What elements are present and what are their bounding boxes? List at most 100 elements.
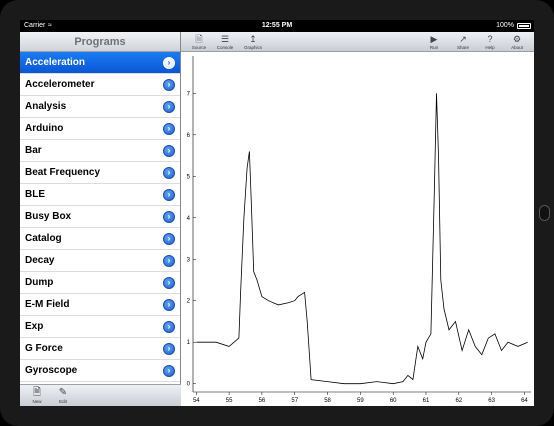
program-item[interactable]: Accelerometer ›	[20, 74, 180, 96]
chevron-right-icon[interactable]: ›	[163, 365, 175, 377]
chevron-right-icon[interactable]: ›	[163, 299, 175, 311]
program-label: Arduino	[25, 123, 64, 134]
y-tick-label: 6	[187, 133, 191, 139]
program-item[interactable]: BLE ›	[20, 184, 180, 206]
programs-toolbar: 🗎 New ✎ Edit	[20, 384, 181, 406]
program-item[interactable]: Analysis ›	[20, 96, 180, 118]
program-item[interactable]: Exp ›	[20, 316, 180, 338]
device-frame: Carrier ≈ 12:55 PM 100% Programs Acceler…	[0, 0, 554, 426]
program-label: G Force	[25, 343, 63, 354]
about-button[interactable]: ⚙ About	[505, 33, 529, 51]
program-item[interactable]: Catalog ›	[20, 228, 180, 250]
share-label: Share	[456, 45, 469, 50]
y-tick-label: 2	[187, 299, 191, 305]
y-tick-label: 5	[187, 174, 191, 180]
programs-title: Programs	[20, 32, 180, 52]
y-tick-label: 4	[187, 216, 191, 222]
clock: 12:55 PM	[261, 22, 293, 29]
chevron-right-icon[interactable]: ›	[163, 145, 175, 157]
y-tick-label: 7	[187, 91, 191, 97]
program-label: Busy Box	[25, 211, 72, 222]
y-tick-label: 1	[187, 340, 191, 346]
x-tick-label: 56	[259, 398, 266, 404]
gear-icon: ⚙	[512, 34, 522, 44]
x-tick-label: 58	[324, 398, 331, 404]
source-label: Source	[191, 45, 207, 50]
x-tick-label: 64	[521, 398, 528, 404]
chevron-right-icon[interactable]: ›	[163, 211, 175, 223]
edit-icon: ✎	[58, 387, 68, 398]
program-item[interactable]: Acceleration ›	[20, 52, 180, 74]
new-button[interactable]: 🗎 New	[26, 387, 48, 405]
program-item[interactable]: Busy Box ›	[20, 206, 180, 228]
chart-icon: ↥	[249, 34, 257, 44]
x-tick-label: 63	[488, 398, 495, 404]
programs-panel: Programs Acceleration › Accelerometer › Anal…	[20, 32, 181, 406]
about-label: About	[511, 45, 523, 50]
program-item[interactable]: E-M Field ›	[20, 294, 180, 316]
chevron-right-icon[interactable]: ›	[163, 321, 175, 333]
x-tick-label: 54	[193, 398, 200, 404]
status-bar: Carrier ≈ 12:55 PM 100%	[20, 20, 534, 32]
help-button[interactable]: ? Help	[478, 33, 502, 51]
source-button[interactable]: 🗎 Source	[187, 33, 211, 51]
run-label: Run	[429, 45, 439, 50]
graphics-button[interactable]: ↥ Graphics	[241, 33, 265, 51]
y-tick-label: 3	[187, 257, 191, 263]
edit-label: Edit	[59, 399, 67, 404]
new-label: New	[32, 399, 42, 404]
screen: Carrier ≈ 12:55 PM 100% Programs Acceler…	[20, 20, 534, 406]
graphics-label: Graphics	[243, 45, 262, 50]
chevron-right-icon[interactable]: ›	[163, 101, 175, 113]
program-label: Acceleration	[25, 57, 86, 68]
play-icon: ▶	[430, 34, 438, 44]
program-label: Decay	[25, 255, 55, 266]
program-item[interactable]: Dump ›	[20, 272, 180, 294]
document-icon: 🗎	[195, 34, 203, 44]
new-document-icon: 🗎	[32, 387, 42, 398]
x-tick-label: 62	[455, 398, 462, 404]
program-item[interactable]: Beat Frequency ›	[20, 162, 180, 184]
chevron-right-icon[interactable]: ›	[163, 167, 175, 179]
x-tick-label: 59	[357, 398, 364, 404]
chevron-right-icon[interactable]: ›	[163, 79, 175, 91]
program-label: E-M Field	[25, 299, 70, 310]
plot-area[interactable]: 54 55 56 57 58 59 60 61 62 63 64 0 1 2 3 4 5 6 7	[181, 52, 534, 406]
edit-button[interactable]: ✎ Edit	[52, 387, 74, 405]
program-label: Dump	[25, 277, 54, 288]
chevron-right-icon[interactable]: ›	[163, 189, 175, 201]
programs-list: Acceleration › Accelerometer › Analysis › Ardu…	[20, 52, 180, 382]
console-label: Console	[216, 45, 234, 50]
y-tick-label: 0	[187, 382, 191, 388]
x-tick-label: 57	[291, 398, 298, 404]
program-item[interactable]: G Force ›	[20, 338, 180, 360]
chevron-right-icon[interactable]: ›	[163, 233, 175, 245]
chevron-right-icon[interactable]: ›	[163, 277, 175, 289]
x-tick-label: 61	[423, 398, 430, 404]
line-chart: 54 55 56 57 58 59 60 61 62 63 6401234567	[187, 56, 531, 404]
program-label: Exp	[25, 321, 44, 332]
program-item[interactable]: Decay ›	[20, 250, 180, 272]
share-button[interactable]: ↗ Share	[451, 33, 475, 51]
run-button[interactable]: ▶ Run	[422, 33, 446, 51]
program-item[interactable]: Arduino ›	[20, 118, 180, 140]
help-label: Help	[485, 45, 495, 50]
chevron-right-icon[interactable]: ›	[163, 123, 175, 135]
chevron-right-icon[interactable]: ›	[163, 255, 175, 267]
program-label: Accelerometer	[25, 79, 95, 90]
program-label: Beat Frequency	[25, 167, 101, 178]
x-tick-label: 60	[390, 398, 397, 404]
chevron-right-icon[interactable]: ›	[163, 57, 175, 69]
program-label: BLE	[25, 189, 45, 200]
program-label: Bar	[25, 145, 42, 156]
hardware-button[interactable]	[539, 205, 550, 221]
console-button[interactable]: ☰ Console	[213, 33, 237, 51]
x-tick-label: 55	[226, 398, 233, 404]
battery-icon	[517, 23, 531, 29]
share-icon: ↗	[459, 34, 467, 44]
series-line	[196, 93, 528, 385]
program-label: Catalog	[25, 233, 62, 244]
program-item[interactable]: Bar ›	[20, 140, 180, 162]
chevron-right-icon[interactable]: ›	[163, 343, 175, 355]
program-item[interactable]: Gyroscope ›	[20, 360, 180, 382]
